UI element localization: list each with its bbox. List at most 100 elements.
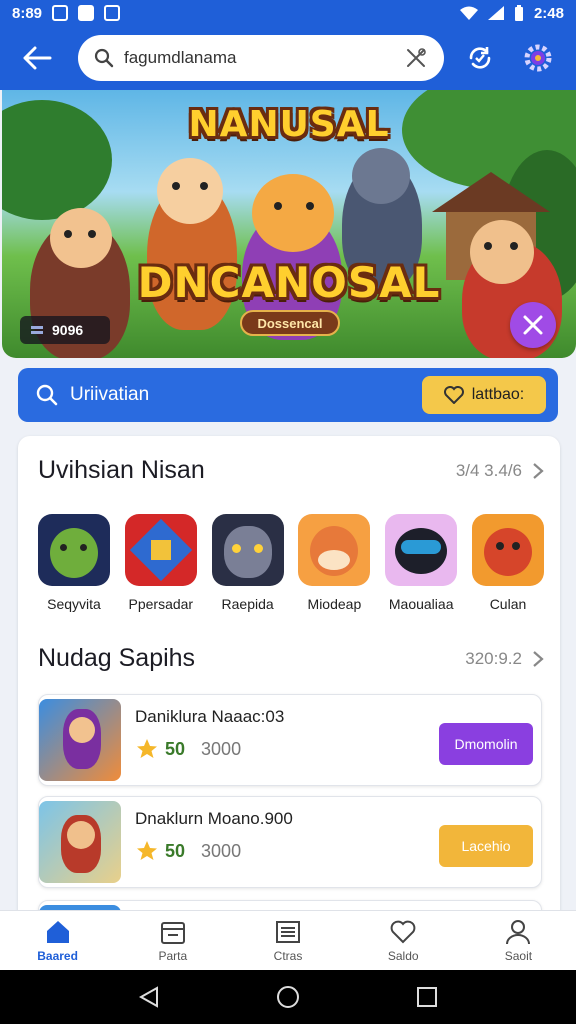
list-icon	[276, 920, 300, 943]
game-action-button[interactable]: Dmomolin	[439, 723, 533, 765]
section-title: Nudag Sapihs	[38, 644, 196, 672]
system-navigation	[0, 970, 576, 1024]
app-icon	[298, 514, 371, 586]
banner-rating-badge: 9096	[20, 316, 110, 344]
section-header[interactable]: Uvihsian Nisan 3/4 3.4/6	[38, 456, 544, 485]
chevron-right-icon	[533, 462, 544, 479]
banner-game-logo: DNCANOSAL	[137, 258, 441, 307]
app-name: Ppersadar	[128, 596, 194, 612]
game-list-item[interactable]: Dnaklurn Moano.900 50 3000 Lacehio	[38, 796, 542, 888]
app-notification-icon	[78, 5, 95, 21]
back-button[interactable]	[14, 35, 60, 81]
banner-tools-button[interactable]	[510, 302, 556, 348]
section-header[interactable]: Nudag Sapihs 320:9.2	[38, 644, 544, 673]
game-list-item[interactable]: Daniklura Naaac:03 50 3000 Dmomolin	[38, 694, 542, 786]
promo-button-label: lattbao:	[471, 386, 525, 403]
game-meta: 50 3000	[135, 839, 241, 863]
game-title: Daniklura Naaac:03	[135, 707, 285, 726]
heart-icon	[443, 386, 464, 404]
app-tile[interactable]: Miodeap	[296, 514, 372, 612]
home-icon	[46, 920, 69, 943]
game-level: 50	[165, 840, 186, 861]
bottom-navigation: Baared Parta Ctras Saldo Saoit	[0, 910, 576, 970]
battery-icon	[514, 5, 523, 21]
app-bar: fagumdlanama	[0, 26, 576, 90]
section-meta: 3/4 3.4/6	[455, 460, 522, 480]
app-tile[interactable]: Raepida	[210, 514, 286, 612]
app-grid: Seqyvita Ppersadar Raepida Miodeap Maoua…	[36, 514, 546, 612]
banner-subtitle: Dossencal	[240, 310, 340, 336]
store-icon	[160, 921, 185, 944]
section-title: Uvihsian Nisan	[38, 456, 205, 484]
system-recents-icon[interactable]	[415, 985, 439, 1009]
wifi-icon	[459, 6, 478, 20]
search-bar[interactable]: fagumdlanama	[78, 35, 444, 81]
app-icon	[471, 514, 544, 586]
game-thumbnail	[39, 699, 121, 781]
signal-icon	[487, 6, 504, 20]
search-input[interactable]: fagumdlanama	[124, 48, 394, 68]
app-tile[interactable]: Maoualiaa	[383, 514, 459, 612]
promo-favorite-button[interactable]: lattbao:	[422, 376, 546, 414]
app-icon	[124, 514, 197, 586]
search-icon	[36, 384, 58, 406]
game-title: Dnaklurn Moano.900	[135, 809, 293, 828]
star-icon	[137, 841, 157, 860]
game-action-button[interactable]: Lacehio	[439, 825, 533, 867]
promo-search-strip[interactable]: Uriivatian lattbao:	[18, 368, 558, 422]
system-back-icon[interactable]	[137, 985, 161, 1009]
content-card: Uvihsian Nisan 3/4 3.4/6 Seqyvita Ppersa…	[18, 436, 560, 936]
profile-icon	[506, 919, 531, 944]
system-home-icon[interactable]	[276, 985, 300, 1009]
heart-icon	[390, 920, 416, 943]
star-icon	[137, 739, 157, 758]
chevron-right-icon	[533, 650, 544, 667]
game-count: 3000	[201, 840, 242, 861]
app-name: Culan	[489, 596, 527, 612]
nav-item-profile[interactable]: Saoit	[461, 911, 576, 970]
nav-label: Ctras	[273, 948, 303, 963]
app-name: Maoualiaa	[388, 596, 454, 612]
download-icon	[104, 5, 121, 21]
notification-icon	[52, 5, 69, 21]
nav-item-list[interactable]: Ctras	[230, 911, 345, 970]
app-name: Raepida	[221, 596, 274, 612]
settings-button[interactable]	[516, 36, 560, 80]
game-action-label: Lacehio	[461, 838, 511, 854]
app-name: Seqyvita	[47, 596, 101, 612]
search-icon	[94, 48, 114, 68]
nav-label: Baared	[37, 948, 78, 963]
section-meta: 320:9.2	[465, 648, 522, 668]
tools-icon	[523, 315, 543, 335]
sync-icon	[469, 47, 491, 69]
featured-banner[interactable]: NANUSAL DNCANOSAL Dossencal 9096	[2, 90, 576, 358]
game-level: 50	[165, 738, 186, 759]
status-time: 8:89	[12, 4, 43, 22]
nav-label: Saoit	[504, 948, 533, 963]
app-icon	[211, 514, 284, 586]
settings-icon	[524, 44, 552, 72]
app-icon	[38, 514, 110, 586]
nav-item-store[interactable]: Parta	[115, 911, 230, 970]
game-count: 3000	[201, 738, 242, 759]
nav-item-saldo[interactable]: Saldo	[346, 911, 461, 970]
nav-label: Saldo	[387, 948, 419, 963]
app-tile[interactable]: Seqyvita	[36, 514, 112, 612]
back-arrow-icon	[23, 46, 52, 70]
promo-label: Uriivatian	[70, 384, 150, 405]
game-action-label: Dmomolin	[454, 736, 518, 752]
status-bar: 8:89 2:48	[0, 0, 576, 26]
sync-button[interactable]	[458, 36, 502, 80]
app-tile[interactable]: Ppersadar	[123, 514, 199, 612]
banner-badge-value: 9096	[52, 322, 84, 338]
status-clock: 2:48	[533, 4, 564, 22]
game-thumbnail	[39, 801, 121, 883]
app-tile[interactable]: Culan	[470, 514, 546, 612]
coin-icon	[31, 326, 43, 334]
nav-item-home[interactable]: Baared	[0, 911, 115, 970]
app-icon	[385, 514, 458, 586]
clear-icon[interactable]	[404, 46, 428, 70]
banner-title: NANUSAL	[188, 104, 390, 145]
nav-label: Parta	[158, 948, 188, 963]
game-meta: 50 3000	[135, 737, 241, 761]
